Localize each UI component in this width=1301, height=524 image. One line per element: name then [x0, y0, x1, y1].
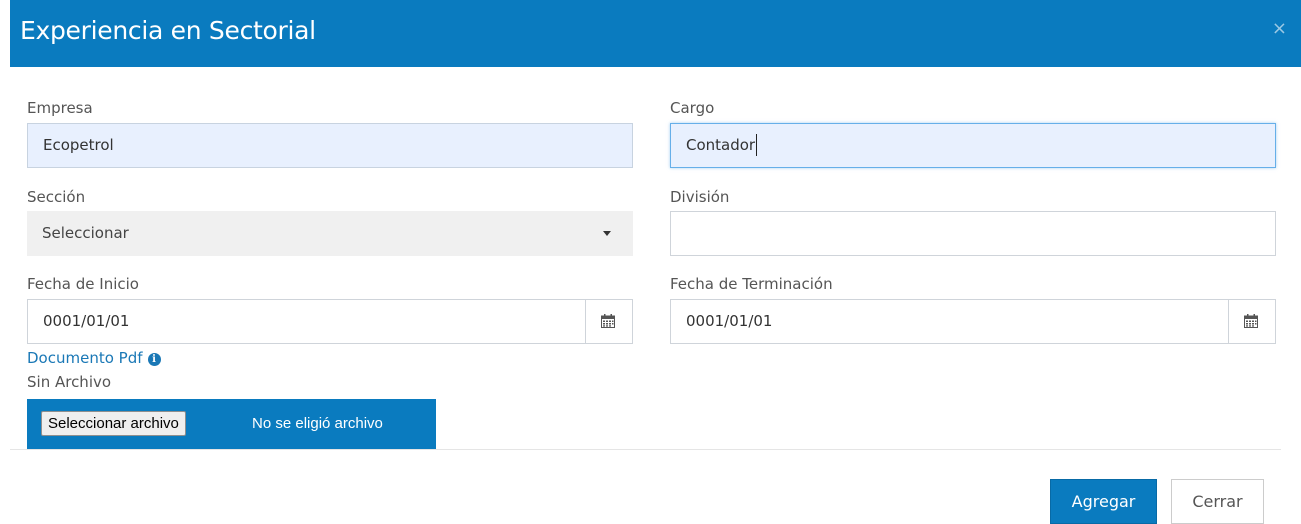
empresa-input[interactable]: Ecopetrol [27, 123, 633, 168]
cargo-label: Cargo [670, 99, 715, 117]
seccion-select[interactable]: Seleccionar [27, 211, 633, 256]
fecha-inicio-group: 0001/01/01 [27, 299, 633, 344]
text-caret [756, 133, 758, 156]
fecha-inicio-calendar-button[interactable] [585, 300, 632, 343]
division-input[interactable] [670, 211, 1276, 256]
caret-down-icon [603, 231, 611, 236]
agregar-button[interactable]: Agregar [1050, 479, 1157, 524]
fecha-terminacion-group: 0001/01/01 [670, 299, 1276, 344]
seccion-label: Sección [27, 188, 86, 206]
close-icon[interactable]: × [1272, 18, 1287, 39]
fecha-inicio-input[interactable]: 0001/01/01 [43, 300, 129, 343]
fecha-terminacion-input[interactable]: 0001/01/01 [686, 300, 772, 343]
no-file-chosen-text: No se eligió archivo [252, 415, 383, 432]
choose-file-button[interactable]: Seleccionar archivo [41, 411, 186, 436]
documento-pdf-link[interactable]: Documento Pdf i [27, 349, 161, 367]
modal-title: Experiencia en Sectorial [20, 16, 316, 45]
modal-header: Experiencia en Sectorial × [10, 0, 1301, 67]
seccion-selected-value: Seleccionar [42, 224, 129, 242]
fecha-inicio-label: Fecha de Inicio [27, 275, 139, 293]
cargo-value: Contador [686, 136, 756, 154]
info-icon[interactable]: i [147, 353, 161, 366]
footer-divider [10, 449, 1281, 450]
calendar-icon [1244, 314, 1258, 328]
modal-dialog: Experiencia en Sectorial × Empresa Ecope… [10, 0, 1301, 524]
calendar-icon [601, 314, 615, 328]
file-input[interactable]: Seleccionar archivo No se eligió archivo [27, 399, 436, 449]
cargo-input[interactable]: Contador [670, 123, 1276, 168]
cerrar-button[interactable]: Cerrar [1171, 479, 1264, 524]
fecha-terminacion-calendar-button[interactable] [1228, 300, 1275, 343]
fecha-terminacion-label: Fecha de Terminación [670, 275, 833, 293]
empresa-label: Empresa [27, 99, 93, 117]
file-status-label: Sin Archivo [27, 373, 112, 391]
division-label: División [670, 188, 730, 206]
documento-pdf-label: Documento Pdf [27, 349, 143, 367]
